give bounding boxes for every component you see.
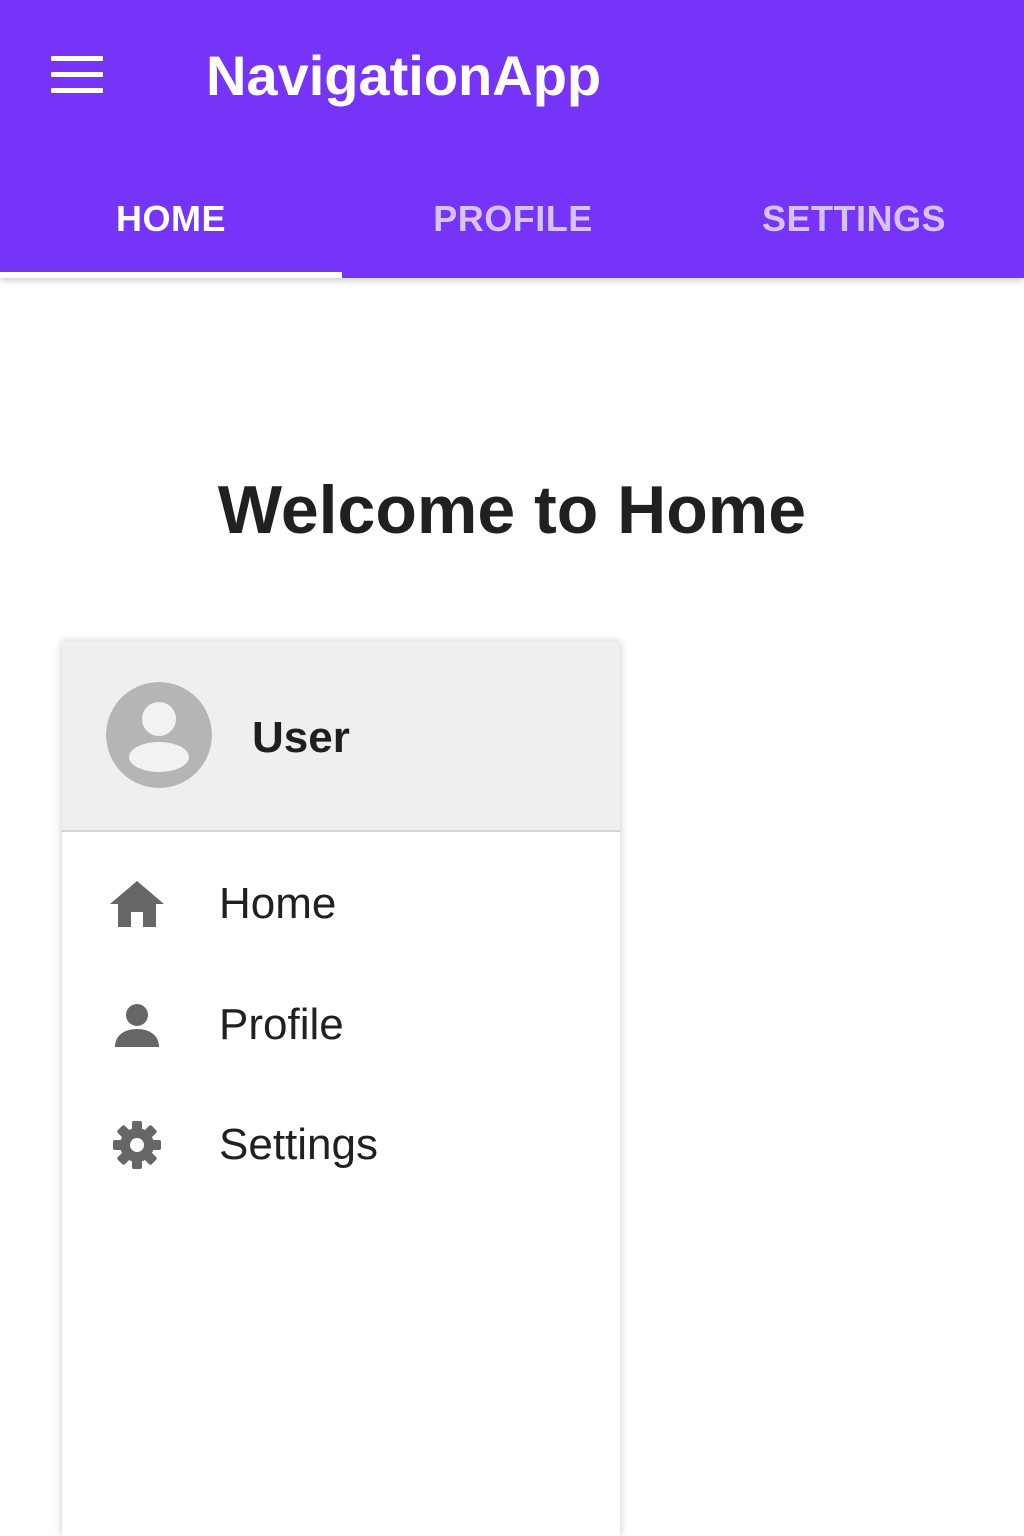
drawer-item-profile[interactable]: Profile	[62, 969, 620, 1081]
tab-home[interactable]: HOME	[0, 160, 342, 278]
drawer-item-label: Profile	[219, 1000, 344, 1049]
navigation-drawer: User Home Profile Settings	[62, 642, 620, 1536]
drawer-item-label: Home	[219, 879, 337, 928]
tab-profile[interactable]: PROFILE	[342, 160, 684, 278]
menu-button[interactable]	[40, 44, 114, 106]
user-avatar-icon	[106, 682, 212, 788]
avatar[interactable]	[106, 682, 212, 788]
top-app-bar: NavigationApp HOME PROFILE SETTINGS	[0, 0, 1024, 278]
drawer-item-settings[interactable]: Settings	[62, 1089, 620, 1201]
app-title: NavigationApp	[206, 44, 602, 107]
page-title: Welcome to Home	[217, 472, 807, 548]
active-tab-indicator	[0, 272, 342, 278]
drawer-header: User	[62, 642, 620, 832]
hamburger-menu-icon	[51, 56, 103, 93]
tab-settings[interactable]: SETTINGS	[684, 160, 1024, 278]
app-root: NavigationApp HOME PROFILE SETTINGS Welc…	[0, 0, 1024, 1536]
tab-bar: HOME PROFILE SETTINGS	[0, 160, 1024, 278]
person-icon	[106, 997, 168, 1053]
drawer-item-label: Settings	[219, 1120, 378, 1169]
user-name: User	[252, 713, 350, 762]
drawer-item-home[interactable]: Home	[62, 848, 620, 960]
gear-icon	[106, 1117, 168, 1173]
home-icon	[106, 876, 168, 932]
